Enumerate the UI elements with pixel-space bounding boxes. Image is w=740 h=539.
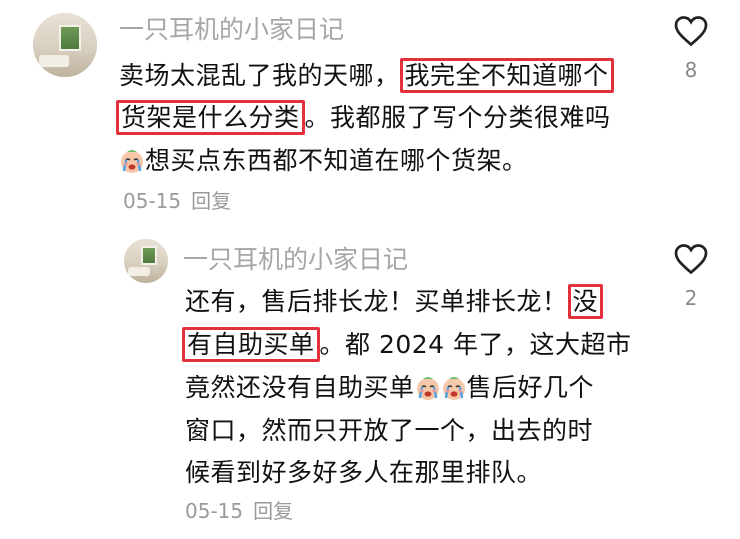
like-count: 8 [684, 58, 698, 82]
comment-2: 一只耳机的小家日记 还有，售后排长龙！买单排长龙！没 有自助买单 。都 2024 … [0, 230, 740, 539]
comment-text-line: 窗口，然而只开放了一个，出去的时 [185, 416, 594, 445]
highlight-box: 有自助买单 [182, 327, 320, 362]
comment-text-line: 货架是什么分类 。我都服了写个分类很难吗 [116, 98, 611, 135]
comment-username[interactable]: 一只耳机的小家日记 [183, 240, 408, 276]
crying-face-emoji [415, 375, 441, 401]
comment-text-line: 想买点东西都不知道在哪个货架。 [119, 141, 528, 177]
highlight-box: 没 [567, 284, 604, 319]
comment-1: 一只耳机的小家日记 卖场太混乱了我的天哪， 我完全不知道哪个 货架是什么分类 。我都… [0, 0, 740, 230]
comment-meta: 05-15 回复 [185, 495, 293, 524]
user-avatar[interactable] [33, 13, 97, 77]
comment-meta: 05-15 回复 [123, 185, 231, 214]
highlight-box: 货架是什么分类 [116, 100, 305, 135]
comment-text-line: 有自助买单 。都 2024 年了，这大超市 [182, 325, 632, 362]
comment-text-line: 卖场太混乱了我的天哪， 我完全不知道哪个 [119, 56, 614, 93]
comment-date: 05-15 [185, 499, 244, 523]
reply-button[interactable]: 回复 [191, 189, 231, 213]
like-control[interactable]: 2 [671, 242, 711, 310]
comment-text-line: 竟然还没有自助买单 售后好几个 [185, 373, 595, 402]
crying-face-emoji [441, 375, 467, 401]
heart-outline-icon[interactable] [673, 14, 709, 48]
user-avatar[interactable] [124, 239, 168, 283]
comment-text-line: 还有，售后排长龙！买单排长龙！没 [185, 282, 604, 319]
like-control[interactable]: 8 [671, 14, 711, 82]
crying-face-emoji [119, 148, 145, 174]
comment-username[interactable]: 一只耳机的小家日记 [119, 10, 344, 46]
highlight-box: 我完全不知道哪个 [399, 58, 614, 93]
like-count: 2 [684, 286, 698, 310]
reply-button[interactable]: 回复 [253, 499, 293, 523]
comment-date: 05-15 [123, 189, 182, 213]
comment-text-line: 候看到好多好多人在那里排队。 [185, 458, 543, 487]
heart-outline-icon[interactable] [673, 242, 709, 276]
